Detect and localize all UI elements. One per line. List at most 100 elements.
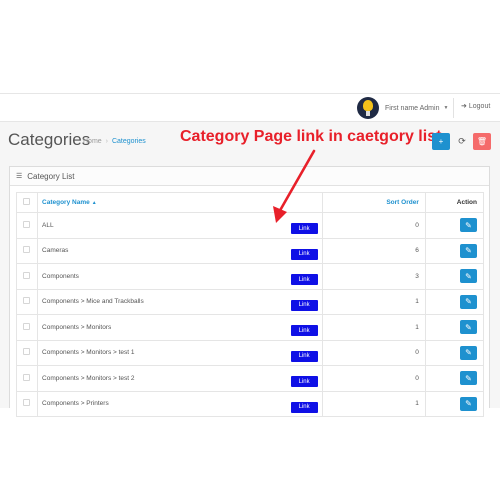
edit-button[interactable]: ✎ [460,294,477,309]
category-name-cell: ALL Link [37,212,323,239]
sort-order: 1 [321,390,426,417]
user-menu[interactable]: First name Admin ▼ [357,97,448,119]
row-checkbox[interactable] [23,399,30,407]
action-cell: ✎ [424,365,485,392]
table-row: Components > Mice and Trackballs Link 1 ✎ [15,288,485,315]
sort-order: 1 [321,288,426,315]
edit-button[interactable]: ✎ [460,320,477,335]
column-category-name-label: Category Name [42,199,90,206]
row-checkbox[interactable] [23,322,30,330]
top-header: First name Admin ▼ ➜ Logout [0,93,500,122]
annotation-text: Category Page link in caetgory list [180,128,442,145]
category-link-button[interactable]: Link [290,376,318,387]
category-link-button[interactable]: Link [290,350,318,362]
row-select-cell [15,339,39,366]
category-link-button[interactable]: Link [290,223,318,234]
action-cell: ✎ [424,314,485,341]
category-link-button[interactable]: Link [290,299,318,311]
category-link-button[interactable]: Link [290,401,318,413]
edit-button[interactable]: ✎ [460,371,477,386]
category-name-cell: Components > Mice and Trackballs Link [37,288,323,315]
table-row: Components Link 3 ✎ [15,263,485,290]
row-select-cell [15,390,39,417]
table-header-row: Category Name ▲ Sort Order Action [15,192,485,213]
edit-button[interactable]: ✎ [460,243,477,258]
edit-button[interactable]: ✎ [460,269,477,284]
trash-icon: 🗑 [476,137,488,146]
category-table: Category Name ▲ Sort Order Action ALL Link… [15,192,485,417]
delete-button[interactable]: 🗑 [473,133,491,150]
row-checkbox[interactable] [23,271,30,279]
logout-label: Logout [468,102,491,110]
refresh-button[interactable]: ⟳ [453,133,471,150]
user-avatar [357,97,379,119]
category-name: Components > Printers [42,400,109,408]
chevron-down-icon: ▼ [443,105,449,111]
pencil-icon: ✎ [465,348,472,358]
action-cell: ✎ [424,263,485,290]
breadcrumb: Home › Categories [83,138,146,145]
category-list-panel: ☰ Category List Category Name ▲ Sort Orde… [9,166,490,417]
column-sort-order[interactable]: Sort Order [321,192,426,213]
sort-order: 3 [321,263,426,290]
edit-button[interactable]: ✎ [460,345,477,360]
row-select-cell [15,288,39,315]
pencil-icon: ✎ [465,399,472,409]
pencil-icon: ✎ [465,322,472,332]
logout-link[interactable]: ➜ Logout [461,102,491,111]
column-action: Action [424,192,485,213]
category-name: Components [42,272,79,280]
action-cell: ✎ [424,288,485,315]
row-checkbox[interactable] [23,220,30,228]
row-select-cell [15,314,39,341]
category-link-button[interactable]: Link [290,274,318,285]
action-cell: ✎ [424,339,485,366]
list-icon: ☰ [16,173,23,180]
table-row: Cameras Link 6 ✎ [15,237,485,264]
action-cell: ✎ [424,390,485,417]
pencil-icon: ✎ [465,373,472,383]
breadcrumb-categories[interactable]: Categories [112,138,146,145]
table-row: Components > Printers Link 1 ✎ [15,390,485,417]
category-link-button[interactable]: Link [290,248,318,260]
category-link-button[interactable]: Link [290,325,318,336]
sort-order: 0 [321,365,426,392]
action-cell: ✎ [424,237,485,264]
row-checkbox[interactable] [23,348,30,356]
category-name: Cameras [42,247,69,255]
refresh-icon: ⟳ [458,136,466,146]
edit-button[interactable]: ✎ [460,218,477,233]
category-name: Components > Monitors > test 2 [42,374,135,382]
category-name-cell: Cameras Link [37,237,323,264]
breadcrumb-home[interactable]: Home [83,138,102,145]
row-checkbox[interactable] [23,297,30,305]
row-checkbox[interactable] [23,373,30,381]
breadcrumb-separator: › [105,138,108,145]
row-select-cell [15,365,39,392]
add-button[interactable]: + [432,133,450,150]
plus-icon: + [438,137,444,146]
category-name: Components > Monitors > test 1 [42,349,135,357]
user-name: First name Admin [385,104,440,112]
category-name-cell: Components > Monitors > test 1 Link [37,339,323,366]
category-name: Components > Monitors [42,323,112,331]
sort-order: 0 [321,339,426,366]
category-name-cell: Components Link [37,263,323,290]
category-name: ALL [42,221,54,229]
category-name: Components > Mice and Trackballs [42,298,144,306]
select-all-cell [15,192,39,213]
table-row: ALL Link 0 ✎ [15,212,485,239]
row-checkbox[interactable] [23,246,30,254]
row-select-cell [15,212,39,239]
select-all-checkbox[interactable] [23,198,30,205]
sort-order: 1 [321,314,426,341]
sort-order: 0 [321,212,426,239]
panel-body: Category Name ▲ Sort Order Action ALL Link… [15,192,485,417]
column-category-name[interactable]: Category Name ▲ [37,192,323,213]
panel-heading: ☰ Category List [10,167,489,186]
row-select-cell [15,237,39,264]
edit-button[interactable]: ✎ [460,396,477,411]
pencil-icon: ✎ [465,220,472,230]
page-header: Categories Home › Categories Category Pa… [0,122,500,160]
table-row: Components > Monitors > test 1 Link 0 ✎ [15,339,485,366]
